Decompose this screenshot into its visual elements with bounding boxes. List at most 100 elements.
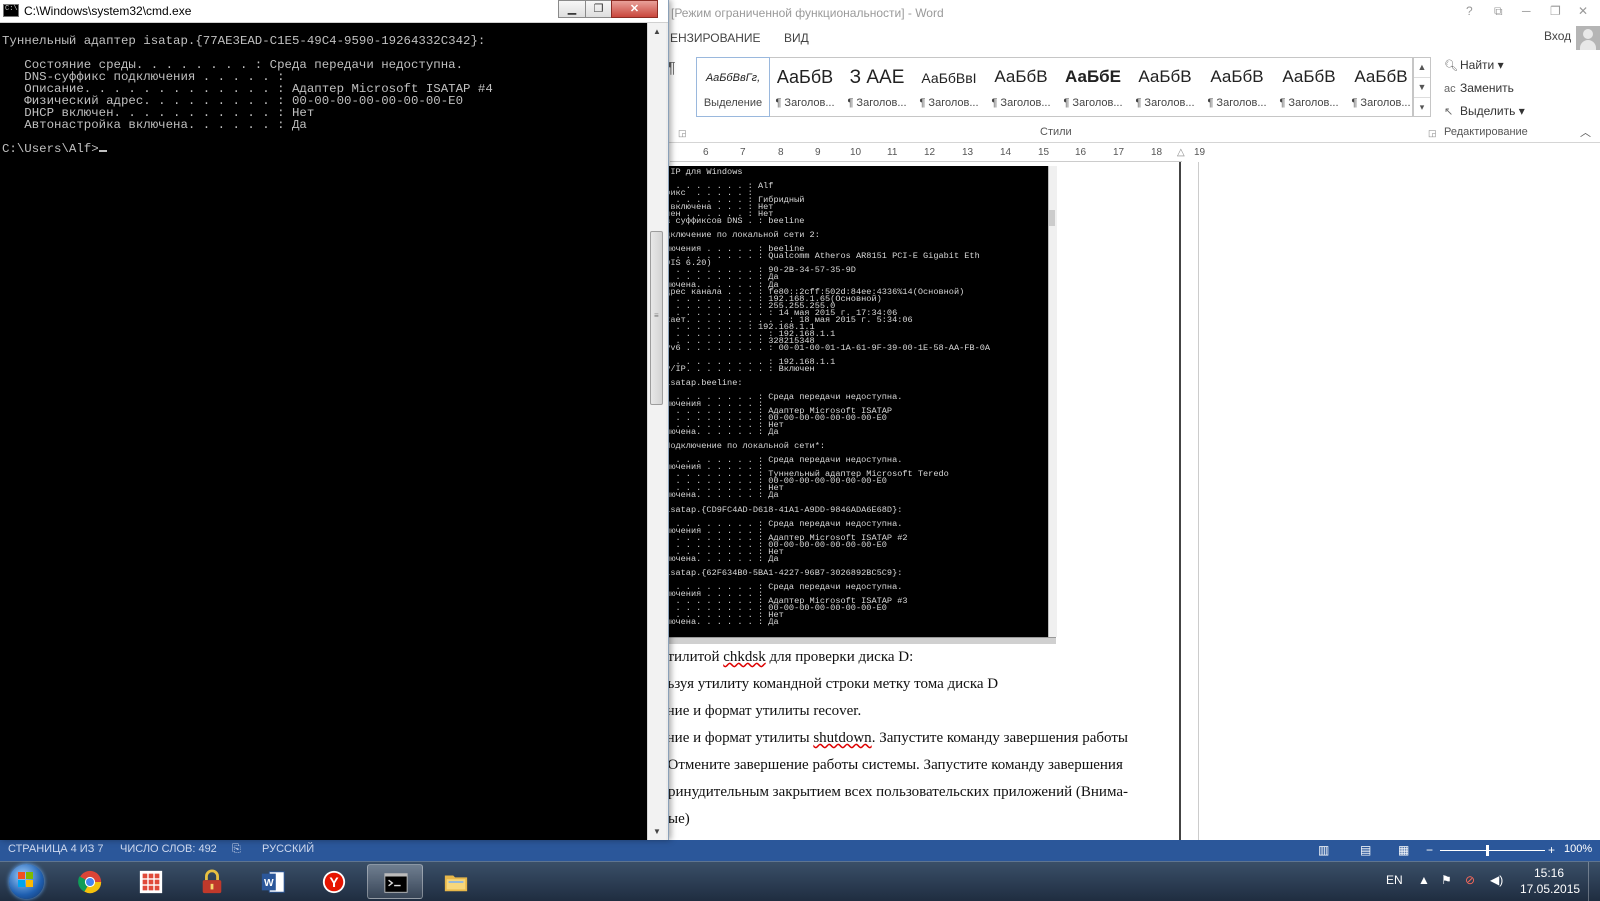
style-heading-7[interactable]: АаБбВ ¶ Заголов... <box>1201 58 1273 116</box>
embedded-line: ключена. . . . . . : Да <box>660 553 779 564</box>
taskbar-explorer[interactable] <box>428 864 484 899</box>
cmd-console[interactable]: Туннельный адаптер isatap.{77AE3EAD-C1E5… <box>0 23 647 840</box>
word-minimize-button[interactable]: ─ <box>1522 4 1531 18</box>
volume-icon[interactable]: ◀) <box>1490 873 1503 887</box>
taskbar-apps-grid[interactable] <box>123 864 179 899</box>
find-button[interactable]: 🔍︎ Найти ▾ <box>1444 58 1504 72</box>
show-desktop-button[interactable] <box>1588 862 1600 901</box>
ruler-tick: 12 <box>924 147 936 158</box>
console-cursor <box>98 150 107 152</box>
editing-group-label: Редактирование <box>1444 126 1528 138</box>
select-cursor-icon: ↖ <box>1444 106 1454 118</box>
chrome-icon <box>78 870 102 894</box>
cmd-close-button[interactable]: ✕ <box>611 0 658 18</box>
read-mode-icon[interactable]: ▥ <box>1318 843 1329 857</box>
ribbon-display-options-icon[interactable]: ⧉ <box>1494 4 1503 19</box>
embedded-line: одключение по локальной сети 2: <box>660 230 820 241</box>
word-window-title: [Режим ограниченной функциональности] - … <box>671 6 944 20</box>
clock-date[interactable]: 17.05.2015 <box>1520 882 1580 896</box>
sign-in-link[interactable]: Вход <box>1544 29 1571 43</box>
embedded-line: CP/IP. . . . . . . . : Включен <box>660 363 815 374</box>
embedded-cmd-screenshot[interactable]: а IP для Windows . . . . . . . . : Alf фф… <box>660 166 1052 637</box>
paragraph-dialog-launcher-icon[interactable]: ◲ <box>678 128 687 139</box>
help-icon[interactable]: ? <box>1466 4 1473 18</box>
doc-line[interactable]: утилитой chkdsk для проверки диска D: <box>660 649 913 666</box>
cmd-minimize-button[interactable]: ▁ <box>558 0 586 18</box>
cmd-scrollbar-thumb[interactable]: ≡ <box>650 231 663 405</box>
right-indent-marker-icon[interactable]: △ <box>1177 147 1185 158</box>
zoom-slider[interactable] <box>1440 850 1545 851</box>
horizontal-ruler[interactable]: 6 7 8 9 10 11 12 13 14 15 16 17 18 △ 19 <box>670 146 1600 162</box>
cmd-scrollbar[interactable]: ▲ ≡ ▼ <box>647 23 666 840</box>
collapse-ribbon-icon[interactable]: ︿ <box>1580 124 1591 140</box>
doc-line[interactable]: принудительным закрытием всех пользовате… <box>660 784 1128 801</box>
language-indicator[interactable]: РУССКИЙ <box>262 843 314 855</box>
web-layout-icon[interactable]: ▦ <box>1398 843 1409 857</box>
taskbar-yandex-browser[interactable]: Y <box>306 864 362 899</box>
select-button[interactable]: ↖ Выделить ▾ <box>1444 104 1525 118</box>
style-heading-4[interactable]: АаБбВ ¶ Заголов... <box>985 58 1057 116</box>
clock-time[interactable]: 15:16 <box>1520 866 1578 880</box>
start-button[interactable] <box>6 863 48 900</box>
taskbar-chrome[interactable] <box>62 864 118 899</box>
embedded-line: ключена. . . . . . : Да <box>660 490 779 501</box>
style-heading-3[interactable]: АаБбВвI ¶ Заголов... <box>913 58 985 116</box>
doc-line[interactable]: ение и формат утилиты shutdown. Запустит… <box>660 730 1128 747</box>
page-count[interactable]: СТРАНИЦА 4 ИЗ 7 <box>8 843 104 855</box>
console-prompt[interactable]: C:\Users\Alf> <box>2 143 493 155</box>
style-heading-8[interactable]: АаБбВ ¶ Заголов... <box>1273 58 1345 116</box>
print-layout-icon[interactable]: ▤ <box>1360 843 1371 857</box>
scroll-down-arrow-icon[interactable]: ▼ <box>648 823 666 840</box>
embedded-line: isatap.{CD9FC4AD-D618-41A1-A9DD-9846ADA6… <box>660 504 903 515</box>
cmd-maximize-button[interactable]: ❐ <box>585 0 612 18</box>
lock-icon <box>202 869 222 894</box>
editing-group: 🔍︎ Найти ▾ ac Заменить ↖ Выделить ▾ Редакти… <box>1440 56 1590 140</box>
doc-line[interactable]: . Отмените завершение работы системы. За… <box>660 757 1123 774</box>
ruler-tick: 17 <box>1113 147 1125 158</box>
show-hidden-icons-icon[interactable]: ▲ <box>1418 873 1430 887</box>
cmd-window-title: C:\Windows\system32\cmd.exe <box>24 4 192 18</box>
cmd-app-icon[interactable]: C:\ <box>3 4 19 17</box>
tab-view[interactable]: ВИД <box>784 31 809 45</box>
ruler-tick: 11 <box>887 147 898 158</box>
taskbar-security-app[interactable] <box>184 864 240 899</box>
styles-dialog-launcher-icon[interactable]: ◲ <box>1428 128 1437 139</box>
zoom-out-icon[interactable]: − <box>1426 843 1433 857</box>
styles-gallery-scroll[interactable]: ▲ ▼ ▾ <box>1413 57 1431 117</box>
scroll-up-arrow-icon[interactable]: ▲ <box>648 23 666 40</box>
word-count[interactable]: ЧИСЛО СЛОВ: 492 <box>120 843 217 855</box>
tab-review[interactable]: ЕНЗИРОВАНИЕ <box>670 31 761 45</box>
zoom-level[interactable]: 100% <box>1564 843 1592 855</box>
style-emphasis[interactable]: АаБбВвГг, Выделение <box>696 57 770 117</box>
style-heading-6[interactable]: АаБбВ ¶ Заголов... <box>1129 58 1201 116</box>
gallery-more-icon[interactable]: ▾ <box>1414 98 1430 117</box>
zoom-slider-thumb[interactable] <box>1486 845 1489 856</box>
taskbar-cmd[interactable] <box>367 864 423 899</box>
word-status-bar: СТРАНИЦА 4 ИЗ 7 ЧИСЛО СЛОВ: 492 ⎘ РУССКИ… <box>0 840 1600 861</box>
input-language[interactable]: EN <box>1386 873 1403 887</box>
style-heading-2[interactable]: З ААЕ ¶ Заголов... <box>841 58 913 116</box>
doc-line[interactable]: льзуя утилиту командной строки метку том… <box>660 676 998 693</box>
style-heading-1[interactable]: АаБбВ ¶ Заголов... <box>769 58 841 116</box>
taskbar-word[interactable]: W <box>245 864 301 899</box>
style-heading-9[interactable]: АаБбВ ¶ Заголов... <box>1345 58 1417 116</box>
proofing-icon[interactable]: ⎘ <box>232 843 241 856</box>
word-close-button[interactable]: ✕ <box>1578 4 1588 18</box>
gallery-down-icon[interactable]: ▼ <box>1414 78 1430 98</box>
network-warning-icon[interactable]: ⊘ <box>1465 873 1475 887</box>
user-avatar-icon[interactable] <box>1576 26 1600 50</box>
zoom-in-icon[interactable]: + <box>1548 843 1555 857</box>
doc-line[interactable]: ение и формат утилиты recover. <box>660 703 861 720</box>
cmd-window[interactable]: C:\ C:\Windows\system32\cmd.exe ▁ ❐ ✕ Ту… <box>0 0 669 840</box>
word-restore-button[interactable]: ❐ <box>1550 4 1561 18</box>
ruler-tick: 8 <box>778 147 784 158</box>
styles-group-label: Стили <box>1040 126 1072 138</box>
action-center-flag-icon[interactable]: ⚑ <box>1441 873 1452 887</box>
style-heading-5[interactable]: АаБбЕ ¶ Заголов... <box>1057 58 1129 116</box>
ruler-tick: 16 <box>1075 147 1087 158</box>
replace-button[interactable]: ac Заменить <box>1444 81 1514 95</box>
cmd-titlebar[interactable]: C:\ C:\Windows\system32\cmd.exe ▁ ❐ ✕ <box>0 0 668 23</box>
ruler-tick: 15 <box>1038 147 1050 158</box>
gallery-up-icon[interactable]: ▲ <box>1414 58 1430 78</box>
embedded-line: isatap.beeline: <box>660 377 743 388</box>
